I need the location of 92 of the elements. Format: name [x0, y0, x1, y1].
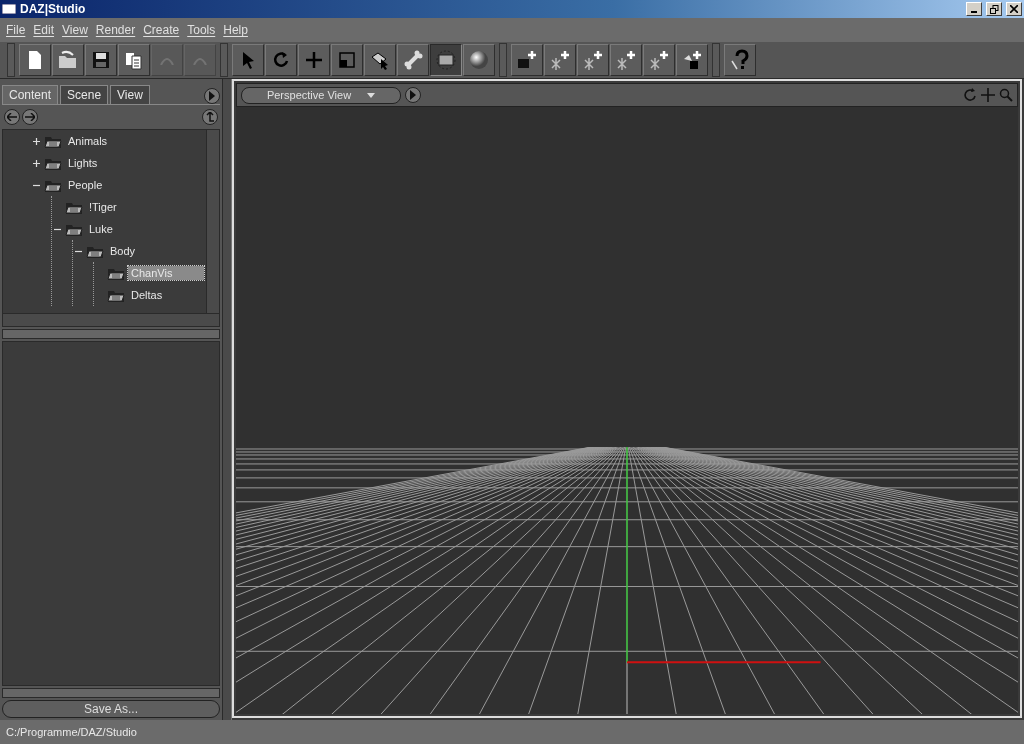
vertical-scrollbar[interactable]	[206, 130, 219, 313]
rotate-tool-button[interactable]	[265, 44, 297, 76]
tree-item[interactable]: Deltas	[128, 288, 166, 302]
folder-icon	[44, 178, 62, 192]
render-button[interactable]	[463, 44, 495, 76]
panel-menu-button[interactable]	[204, 88, 220, 104]
camera-plus-icon	[516, 49, 538, 71]
tree-item[interactable]: People	[65, 178, 106, 192]
move-tool-button[interactable]	[298, 44, 330, 76]
menu-item[interactable]: Tools	[183, 23, 220, 37]
close-button[interactable]	[1006, 2, 1022, 16]
folder-icon	[44, 134, 62, 148]
menu-item[interactable]: Help	[219, 23, 252, 37]
forward-arrow-icon	[25, 113, 35, 121]
restore-icon	[989, 4, 999, 14]
status-path: C:/Programme/DAZ/Studio	[6, 726, 137, 738]
horizontal-scrollbar[interactable]	[3, 313, 219, 326]
light-plus-icon	[648, 49, 670, 71]
view-menu-button[interactable]	[405, 87, 421, 103]
frame-tool-button[interactable]	[430, 44, 462, 76]
new-button[interactable]	[19, 44, 51, 76]
forward-button[interactable]	[22, 109, 38, 125]
bone-icon	[402, 49, 424, 71]
tree-item[interactable]: Animals	[65, 134, 111, 148]
add-shape-button[interactable]	[676, 44, 708, 76]
scale-square-icon	[336, 49, 358, 71]
plus-icon[interactable]	[32, 137, 40, 145]
copy-button[interactable]	[118, 44, 150, 76]
bone-tool-button[interactable]	[397, 44, 429, 76]
select-tool-button[interactable]	[232, 44, 264, 76]
folder-icon	[65, 200, 83, 214]
tree-item[interactable]: Luke	[86, 222, 116, 236]
save-button[interactable]	[85, 44, 117, 76]
toolbar-grip[interactable]	[7, 43, 15, 77]
add-light-button[interactable]	[577, 44, 609, 76]
back-arrow-icon	[7, 113, 17, 121]
play-triangle-icon	[208, 91, 216, 101]
menu-item[interactable]: View	[58, 23, 92, 37]
open-folder-icon	[57, 49, 79, 71]
add-light-button[interactable]	[610, 44, 642, 76]
add-light-button[interactable]	[643, 44, 675, 76]
folder-icon	[86, 244, 104, 258]
frame-icon	[435, 49, 457, 71]
panel-resizer[interactable]	[2, 329, 220, 339]
play-triangle-icon	[409, 90, 417, 100]
panel-tab[interactable]: Content	[2, 85, 59, 104]
add-light-button[interactable]	[544, 44, 576, 76]
menu-item[interactable]: Create	[139, 23, 184, 37]
restore-button[interactable]	[986, 2, 1002, 16]
light-plus-icon	[615, 49, 637, 71]
tree-item[interactable]: Body	[107, 244, 139, 258]
light-plus-icon	[582, 49, 604, 71]
folder-icon	[65, 222, 83, 236]
up-folder-button[interactable]	[202, 109, 218, 125]
add-camera-button[interactable]	[511, 44, 543, 76]
tree-item[interactable]: !Tiger	[86, 200, 120, 214]
toolbar-grip[interactable]	[499, 43, 507, 77]
panel-tab[interactable]: Scene	[60, 85, 109, 104]
open-button[interactable]	[52, 44, 84, 76]
panel-tab[interactable]: View	[110, 85, 150, 104]
folder-icon	[44, 156, 62, 170]
sphere-icon	[468, 49, 490, 71]
scale-tool-button[interactable]	[331, 44, 363, 76]
back-button[interactable]	[4, 109, 20, 125]
move-cross-icon	[303, 49, 325, 71]
toolbar-grip[interactable]	[712, 43, 720, 77]
help-button[interactable]	[724, 44, 756, 76]
folder-icon	[107, 266, 125, 280]
help-question-icon	[729, 49, 751, 71]
tree-item[interactable]: Lights	[65, 156, 101, 170]
menu-item[interactable]: Render	[91, 23, 140, 37]
tree-item[interactable]: ChanVis	[128, 266, 204, 280]
caret-icon	[367, 92, 376, 98]
menu-item[interactable]: Edit	[29, 23, 59, 37]
orbit-icon[interactable]	[963, 88, 977, 102]
toolbar-grip[interactable]	[220, 43, 228, 77]
3d-viewport[interactable]	[236, 107, 1018, 714]
light-plus-icon	[549, 49, 571, 71]
close-icon	[1010, 5, 1018, 13]
window-title: DAZ|Studio	[20, 2, 87, 16]
panel-resizer[interactable]	[2, 688, 220, 698]
up-arrow-icon	[206, 112, 214, 122]
folder-icon	[107, 288, 125, 302]
pick-tool-button[interactable]	[364, 44, 396, 76]
app-icon	[2, 4, 16, 14]
plus-icon[interactable]	[32, 159, 40, 167]
save-as-button[interactable]: Save As...	[2, 700, 220, 718]
zoom-icon[interactable]	[999, 88, 1013, 102]
pane-splitter[interactable]	[222, 79, 232, 720]
view-dropdown[interactable]: Perspective View	[241, 86, 401, 104]
menu-item[interactable]: File	[2, 23, 30, 37]
minimize-button[interactable]	[966, 2, 982, 16]
